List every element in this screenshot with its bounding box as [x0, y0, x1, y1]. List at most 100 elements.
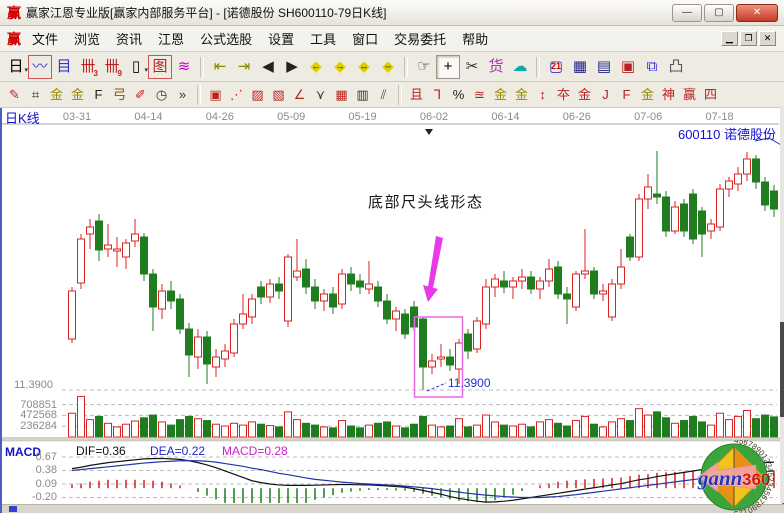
smart-cloud-glyph: ☁ — [513, 59, 528, 74]
grid-col-icon[interactable]: ▥ — [352, 84, 373, 105]
notes-icon[interactable]: ▤ — [592, 55, 616, 79]
prev-page-icon[interactable]: ◀ — [256, 55, 280, 79]
bars-9-icon[interactable]: 卌9 — [100, 55, 124, 79]
menu-item-交易委托[interactable]: 交易委托 — [386, 27, 454, 50]
first-page-icon[interactable]: ⇤ — [208, 55, 232, 79]
percent-icon[interactable]: % — [448, 84, 469, 105]
menu-item-江恩[interactable]: 江恩 — [150, 27, 192, 50]
draw-pen-icon[interactable]: ✎ — [4, 84, 25, 105]
menu-item-帮助[interactable]: 帮助 — [454, 27, 496, 50]
box-fan-icon[interactable]: ▨ — [247, 84, 268, 105]
spiral-glyph: 弓 — [113, 88, 126, 101]
minimize-button[interactable]: — — [672, 4, 702, 22]
candle-body — [483, 287, 490, 324]
price-bands-icon[interactable]: 且 — [406, 84, 427, 105]
slash-lines-icon[interactable]: ⫽ — [373, 84, 394, 105]
kline-period-icon[interactable]: 日▾ — [4, 55, 28, 79]
menu-item-窗口[interactable]: 窗口 — [344, 27, 386, 50]
print-icon[interactable]: 凸 — [664, 55, 688, 79]
menu-item-公式选股[interactable]: 公式选股 — [192, 27, 260, 50]
mdi-restore-button[interactable]: ❐ — [740, 31, 757, 46]
jump-all-icon[interactable]: ◆⇔ — [376, 55, 400, 79]
gann-tool-icon[interactable]: 货 — [484, 55, 508, 79]
percent-retrace-icon[interactable]: ⅂ — [427, 84, 448, 105]
info-f10-glyph: 目 — [56, 59, 71, 74]
overlay-chart-icon[interactable]: 〰 — [28, 55, 52, 79]
scrollbar-thumb[interactable] — [780, 322, 784, 417]
candle-style-icon[interactable]: ▯▾ — [124, 55, 148, 79]
next-page-icon[interactable]: ▶ — [280, 55, 304, 79]
histogram-icon[interactable]: ≋ — [172, 55, 196, 79]
last-page-icon[interactable]: ⇥ — [232, 55, 256, 79]
menu-item-资讯[interactable]: 资讯 — [108, 27, 150, 50]
save-disk-icon[interactable]: ▣ — [616, 55, 640, 79]
cycle-clock-icon[interactable]: ◷ — [151, 84, 172, 105]
gold-lines-icon[interactable]: 金 — [511, 84, 532, 105]
jump-both-icon[interactable]: ◆↔ — [352, 55, 376, 79]
date-tick: 05-19 — [349, 111, 377, 123]
info-f10-icon[interactable]: 目 — [52, 55, 76, 79]
menu-item-工具[interactable]: 工具 — [302, 27, 344, 50]
volume-bar — [663, 418, 670, 437]
percent-lines-icon[interactable]: ≊ — [469, 84, 490, 105]
volume-bar — [87, 420, 94, 437]
j-angle-icon[interactable]: J — [595, 84, 616, 105]
gold-ratio-2-icon[interactable]: 金 — [67, 84, 88, 105]
f-angle-icon[interactable]: F — [616, 84, 637, 105]
box-text-icon[interactable]: 夲 — [553, 84, 574, 105]
check-line-icon[interactable]: ⋎ — [310, 84, 331, 105]
ying-angle-icon[interactable]: 赢 — [679, 84, 700, 105]
maximize-button[interactable]: ▢ — [704, 4, 734, 22]
formula-box-icon[interactable]: 图 — [148, 55, 172, 79]
menu-item-文件[interactable]: 文件 — [24, 27, 66, 50]
pan-hand-icon[interactable]: ☞ — [412, 55, 436, 79]
volume-bar — [474, 425, 481, 437]
volume-bar — [627, 421, 634, 437]
pen-ruler-icon[interactable]: ✐ — [130, 84, 151, 105]
candle-body — [132, 234, 139, 241]
measure-scissors-icon[interactable]: ✂ — [460, 55, 484, 79]
volume-bar — [717, 413, 724, 437]
angle-line-icon[interactable]: ∠ — [289, 84, 310, 105]
gold-angle-icon[interactable]: 金 — [637, 84, 658, 105]
calculator-icon[interactable]: ▦ — [568, 55, 592, 79]
menu-item-浏览[interactable]: 浏览 — [66, 27, 108, 50]
bars-3-icon[interactable]: 卌3 — [76, 55, 100, 79]
gann-grid-icon[interactable]: ⌗ — [25, 84, 46, 105]
slash-lines-glyph: ⫽ — [381, 88, 387, 101]
mdi-minimize-button[interactable]: ▁ — [721, 31, 738, 46]
pen-ruler-glyph: ✐ — [135, 88, 146, 101]
gold-ratio-1-icon[interactable]: 金 — [46, 84, 67, 105]
candle-body — [699, 211, 706, 234]
smart-cloud-icon[interactable]: ☁ — [508, 55, 532, 79]
panel-type-label: 日K线 — [5, 111, 40, 126]
candle-pen-icon[interactable]: ↕ — [532, 84, 553, 105]
histogram-glyph: ≋ — [178, 59, 191, 74]
close-button[interactable]: ✕ — [736, 4, 778, 22]
grid-dense-icon[interactable]: ▦ — [331, 84, 352, 105]
multi-screen-icon[interactable]: ⧉ — [640, 55, 664, 79]
jump-left-icon[interactable]: ◆← — [304, 55, 328, 79]
fibonacci-icon[interactable]: F — [88, 84, 109, 105]
si-angle-icon[interactable]: 四 — [700, 84, 721, 105]
gann-grid-glyph: ⌗ — [32, 88, 39, 101]
crosshair-icon[interactable]: + — [436, 55, 460, 79]
more-tools-icon[interactable]: » — [172, 84, 193, 105]
gold-red-icon[interactable]: 金 — [574, 84, 595, 105]
calculator-glyph: ▦ — [573, 59, 587, 74]
jump-right-icon[interactable]: ◆→ — [328, 55, 352, 79]
spiral-icon[interactable]: 弓 — [109, 84, 130, 105]
candle-body — [276, 284, 283, 291]
shen-angle-icon[interactable]: 神 — [658, 84, 679, 105]
calendar-icon[interactable]: ▢21 — [544, 55, 568, 79]
volume-bar — [150, 415, 157, 437]
mdi-close-button[interactable]: ✕ — [759, 31, 776, 46]
gann-box-icon[interactable]: ▣ — [205, 84, 226, 105]
menu-item-设置[interactable]: 设置 — [260, 27, 302, 50]
gann-fan-icon[interactable]: ⋰ — [226, 84, 247, 105]
volume-bar — [501, 425, 508, 437]
kline-chart-canvas[interactable]: 03-3104-1404-2605-0905-1906-0206-1406-26… — [2, 108, 782, 505]
j-angle-glyph: J — [602, 88, 609, 101]
shaded-box-icon[interactable]: ▧ — [268, 84, 289, 105]
gold-circle-icon[interactable]: 金 — [490, 84, 511, 105]
